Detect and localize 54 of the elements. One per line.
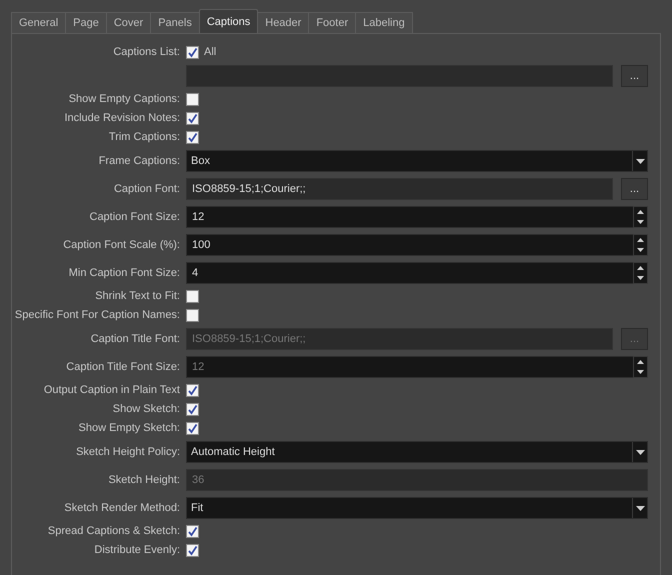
- number-field[interactable]: 12: [186, 206, 633, 228]
- checkbox[interactable]: [186, 112, 199, 125]
- tab[interactable]: Header: [257, 12, 310, 33]
- dropdown-arrow-icon: [636, 450, 644, 454]
- tab[interactable]: Labeling: [355, 12, 413, 33]
- field-label: Caption Font Scale (%):: [63, 238, 180, 251]
- field-label: Sketch Height:: [108, 474, 180, 486]
- text-field[interactable]: ISO8859-15;1;Courier;;: [186, 178, 613, 200]
- number-field[interactable]: 100: [186, 234, 633, 256]
- field-label: Sketch Render Method:: [64, 502, 180, 514]
- tab[interactable]: Captions: [198, 9, 258, 33]
- text-field[interactable]: [186, 65, 613, 87]
- field-label: Include Revision Notes:: [64, 112, 180, 124]
- field-label: Show Empty Captions:: [68, 93, 180, 106]
- tab[interactable]: Page: [65, 12, 107, 33]
- field-label: Show Empty Sketch:: [78, 422, 180, 434]
- field-label: Trim Captions:: [108, 131, 180, 144]
- checkbox[interactable]: [186, 93, 199, 106]
- browse-button[interactable]: ...: [621, 65, 648, 87]
- field-label: Show Sketch:: [112, 403, 180, 416]
- checkbox[interactable]: [186, 403, 199, 416]
- field-label: Caption Font:: [114, 182, 180, 195]
- tab[interactable]: Panels: [150, 12, 200, 33]
- field-label: Specific Font For Caption Names:: [14, 309, 180, 322]
- checkbox[interactable]: [186, 290, 199, 303]
- dropdown-arrow-icon: [636, 506, 644, 510]
- tab[interactable]: General: [11, 12, 66, 33]
- tab[interactable]: Footer: [308, 12, 356, 33]
- browse-button[interactable]: ...: [621, 178, 648, 200]
- checkbox[interactable]: [186, 309, 199, 322]
- dropdown-arrow-icon: [636, 158, 644, 164]
- checkbox[interactable]: [186, 525, 199, 538]
- checkbox[interactable]: [186, 46, 199, 59]
- field-label: Caption Title Font Size:: [66, 360, 180, 373]
- field-label: Frame Captions:: [98, 154, 180, 167]
- field-label: Caption Font Size:: [90, 210, 180, 223]
- dropdown[interactable]: Automatic Height: [186, 441, 648, 463]
- field-label: Sketch Height Policy:: [76, 446, 180, 458]
- tab[interactable]: Cover: [106, 12, 152, 33]
- field-label: Distribute Evenly:: [94, 544, 180, 556]
- field-label: Min Caption Font Size:: [68, 266, 180, 279]
- field-label: Captions List:: [113, 46, 180, 58]
- dropdown[interactable]: Box: [186, 150, 648, 172]
- checkbox[interactable]: [186, 422, 199, 435]
- field-label: Shrink Text to Fit:: [95, 290, 180, 302]
- field-label: Output Caption in Plain Text: [44, 384, 180, 396]
- number-field[interactable]: 4: [186, 262, 633, 284]
- checkbox[interactable]: [186, 384, 199, 397]
- dropdown[interactable]: Fit: [186, 497, 648, 519]
- checkbox-label: All: [204, 45, 216, 60]
- checkbox[interactable]: [186, 544, 199, 557]
- field-label: Spread Captions & Sketch:: [48, 525, 180, 538]
- checkbox[interactable]: [186, 131, 199, 144]
- field-label: Caption Title Font:: [90, 332, 180, 345]
